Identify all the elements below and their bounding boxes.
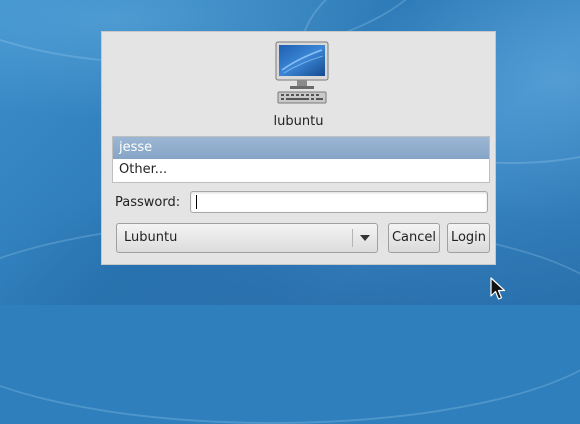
user-list[interactable]: jesse Other... <box>112 136 490 183</box>
hostname-label: lubuntu <box>273 114 324 129</box>
login-button[interactable]: Login <box>447 223 490 253</box>
select-divider <box>352 229 353 247</box>
login-dialog: lubuntu jesse Other... Password: Lubuntu… <box>101 31 496 265</box>
chevron-down-icon[interactable] <box>360 235 370 241</box>
session-select[interactable]: Lubuntu <box>116 223 378 253</box>
mouse-pointer-icon <box>490 277 506 300</box>
text-caret <box>196 195 197 209</box>
user-item-jesse[interactable]: jesse <box>113 137 489 159</box>
user-item-other[interactable]: Other... <box>113 159 489 181</box>
password-label: Password: <box>115 195 181 210</box>
computer-monitor-icon <box>275 41 329 104</box>
session-value: Lubuntu <box>124 230 178 245</box>
password-input[interactable] <box>190 191 488 213</box>
cancel-button[interactable]: Cancel <box>388 223 440 253</box>
